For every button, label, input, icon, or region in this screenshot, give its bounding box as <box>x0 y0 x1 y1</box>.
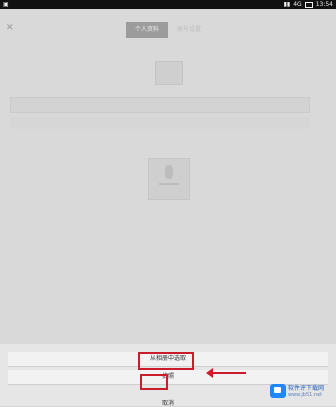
network-label: 4G <box>293 1 302 8</box>
background-page-dimmed: ✕ 个人资料 账号设置 <box>0 9 336 351</box>
watermark-logo: 软件评下载网 www.jb51.net <box>270 384 324 398</box>
option-take-photo[interactable]: 拍照 <box>8 370 328 385</box>
tab-bar: 个人资料 账号设置 <box>126 22 210 38</box>
input-field-placeholder <box>10 97 310 113</box>
battery-icon <box>304 1 313 8</box>
arrow-shaft <box>212 372 246 374</box>
status-left: ▣ <box>3 1 9 8</box>
back-icon[interactable]: ✕ <box>6 23 16 33</box>
signal-icon: ▮▮ <box>283 1 291 8</box>
highlight-box-bottom <box>140 374 168 390</box>
avatar-base-icon <box>159 183 179 185</box>
tab-profile[interactable]: 个人资料 <box>126 22 168 38</box>
avatar-head-icon <box>165 165 173 179</box>
avatar-placeholder <box>148 158 190 200</box>
tab-account-settings[interactable]: 账号设置 <box>168 22 210 38</box>
watermark-title: 软件评下载网 <box>288 384 325 392</box>
annotation-arrow <box>206 368 246 378</box>
status-right: ▮▮ 4G 13:54 <box>284 0 333 9</box>
hint-line-placeholder <box>10 117 310 129</box>
time-label: 13:54 <box>315 1 333 8</box>
status-bar: ▣ ▮▮ 4G 13:54 <box>0 0 336 9</box>
highlight-box-top <box>138 352 194 370</box>
watermark-icon <box>270 384 286 398</box>
watermark-subtitle: www.jb51.net <box>288 391 323 398</box>
option-take-photo-label: 拍照 <box>161 373 174 380</box>
profile-image-placeholder <box>155 61 183 85</box>
